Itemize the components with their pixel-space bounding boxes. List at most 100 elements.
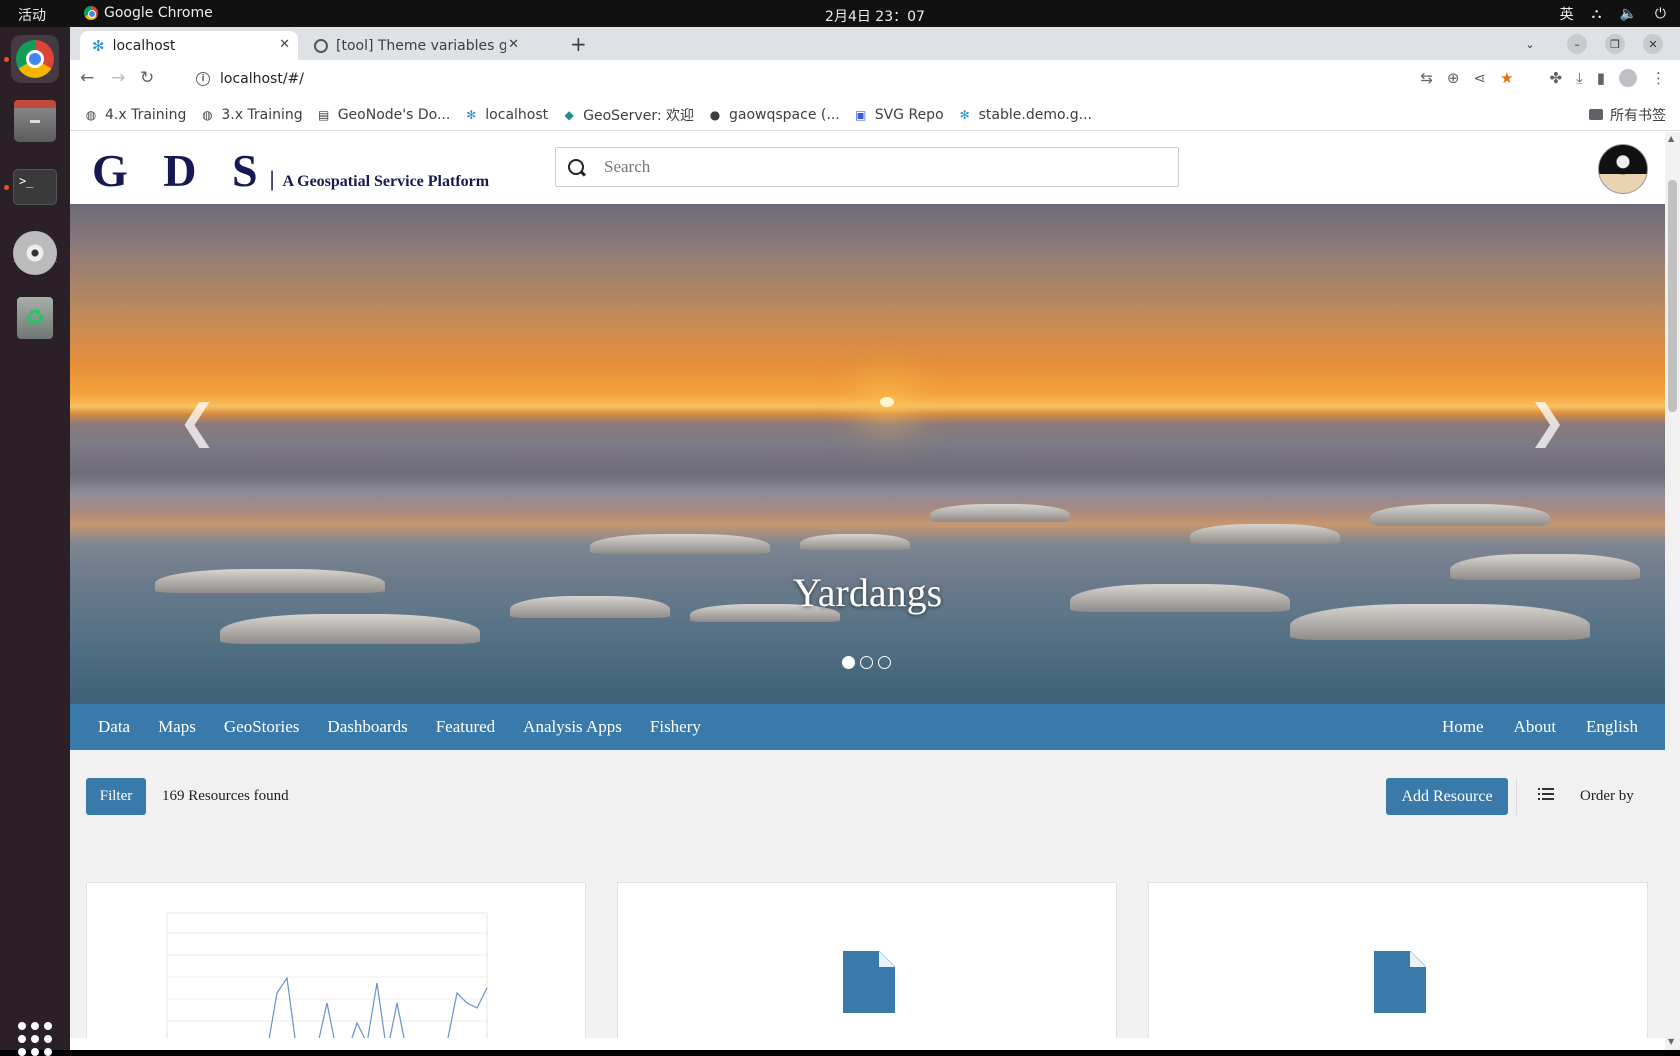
carousel-dot-1[interactable] [842,656,855,669]
dock-files[interactable] [11,99,59,147]
add-resource-button[interactable]: Add Resource [1386,778,1508,815]
bookmark-geonode-docs[interactable]: ▤ GeoNode's Do... [317,106,451,123]
share-icon[interactable]: ⋖ [1473,69,1486,87]
address-bar[interactable]: i localhost/#/ [182,64,1382,94]
scroll-up-arrow[interactable]: ▲ [1668,134,1674,143]
nav-featured[interactable]: Featured [436,717,495,737]
clock[interactable]: 2月4日 23：07 [0,6,1680,26]
bookmarks-bar: ◍ 4.x Training ◍ 3.x Training ▤ GeoNode'… [70,99,1680,131]
nav-home[interactable]: Home [1442,717,1484,737]
dock-terminal[interactable]: >_ [11,163,59,211]
user-avatar[interactable] [1598,144,1648,194]
reload-button[interactable]: ↻ [140,68,154,88]
maximize-button[interactable]: ❐ [1605,34,1625,54]
language-selector[interactable]: English [1586,717,1638,737]
close-icon[interactable]: ✕ [508,37,519,52]
bookmark-label: GeoServer: 欢迎 [583,107,694,124]
carousel-indicators [842,656,891,669]
translate-icon[interactable]: ⇆ [1420,69,1433,87]
browser-window: ✻ localhost ✕ [tool] Theme variables ge … [70,27,1680,1050]
bookmark-svg-repo[interactable]: ▣ SVG Repo [854,107,944,123]
nav-dashboards[interactable]: Dashboards [327,717,407,737]
network-icon[interactable]: ⛬ [1592,6,1602,22]
input-method-indicator[interactable]: 英 [1560,4,1574,24]
bookmark-label: stable.demo.g... [978,106,1092,123]
system-tray[interactable]: 英 ⛬ 🔈 ⏻ [1560,4,1666,24]
geonode-icon: ✻ [92,36,105,55]
side-panel-icon[interactable]: ▮ [1597,69,1605,87]
order-by-dropdown[interactable]: Order by [1580,788,1634,805]
resource-card[interactable] [617,882,1117,1050]
tab-theme-variables[interactable]: [tool] Theme variables ge ✕ [302,31,527,60]
resource-toolbar: Filter 169 Resources found Add Resource … [70,750,1665,840]
bookmark-4x-training[interactable]: ◍ 4.x Training [84,107,187,123]
filter-button[interactable]: Filter [86,778,146,815]
hero-sun [880,397,894,407]
minimize-button[interactable]: – [1567,34,1587,54]
nav-about[interactable]: About [1514,717,1557,737]
back-button[interactable]: ← [80,68,94,88]
github-icon: ● [709,107,721,122]
resource-card[interactable] [86,882,586,1050]
resource-card[interactable] [1148,882,1648,1050]
tab-localhost[interactable]: ✻ localhost ✕ [80,31,298,60]
nav-geostories[interactable]: GeoStories [224,717,300,737]
running-indicator [4,185,9,190]
toolbar-icons: ⇆ ⊕ ⋖ ★ ✤ ⤓ ▮ ⋮ [1420,69,1666,87]
search-icon[interactable] [568,159,584,175]
scrollbar-thumb[interactable] [1668,180,1677,412]
scroll-down-arrow[interactable]: ▼ [1668,1037,1674,1046]
nav-data[interactable]: Data [98,717,130,737]
close-icon[interactable]: ✕ [279,37,290,52]
bookmark-localhost[interactable]: ✻ localhost [464,107,548,123]
hero-landform [1370,504,1550,526]
dock-trash[interactable]: ♻ [11,294,59,342]
dock: >_ ♻ [0,27,70,1056]
info-icon[interactable]: i [196,72,210,86]
bookmark-geoserver[interactable]: ◆ GeoServer: 欢迎 [562,105,694,125]
running-indicator [4,57,9,62]
new-tab-button[interactable]: + [570,32,587,56]
hero-landform [220,614,480,644]
search-input[interactable] [604,157,1144,177]
dock-disc[interactable] [11,229,59,277]
bookmark-label: gaowqspace (... [729,106,840,123]
dock-chrome[interactable] [11,35,59,83]
bookmark-star-icon[interactable]: ★ [1500,69,1513,87]
carousel-next-button[interactable]: ❯ [1528,394,1567,448]
nav-analysis-apps[interactable]: Analysis Apps [523,717,622,737]
carousel-dot-3[interactable] [878,656,891,669]
menu-icon[interactable]: ⋮ [1651,69,1666,87]
list-view-icon[interactable] [1538,788,1554,802]
close-window-button[interactable]: ✕ [1643,34,1663,54]
extensions-icon[interactable]: ✤ [1550,69,1563,87]
all-bookmarks-label: 所有书签 [1610,107,1666,124]
url-text: localhost/#/ [220,71,305,87]
download-icon[interactable]: ⤓ [1576,69,1583,87]
carousel-dot-2[interactable] [860,656,873,669]
globe-icon: ◍ [202,107,213,122]
power-icon[interactable]: ⏻ [1655,6,1666,22]
resource-thumbnail [166,912,488,1050]
bookmark-label: GeoNode's Do... [337,106,451,123]
web-page: G D S | A Geospatial Service Platform Se… [70,132,1680,1050]
bookmark-github[interactable]: ● gaowqspace (... [708,107,840,123]
bookmark-stable-demo[interactable]: ✻ stable.demo.g... [958,107,1092,123]
site-logo[interactable]: G D S | A Geospatial Service Platform [92,144,489,197]
all-bookmarks[interactable]: 所有书签 [1589,105,1666,125]
tab-strip: ✻ localhost ✕ [tool] Theme variables ge … [70,27,1680,60]
nav-fishery[interactable]: Fishery [650,717,701,737]
browser-toolbar: ← → ↻ i localhost/#/ ⇆ ⊕ ⋖ ★ ✤ ⤓ ▮ ⋮ [70,60,1680,99]
search-bar[interactable] [555,147,1179,187]
bookmark-3x-training[interactable]: ◍ 3.x Training [200,107,303,123]
tab-search-icon[interactable]: ⌄ [1520,34,1540,54]
svgrepo-icon: ▣ [855,107,867,122]
forward-button[interactable]: → [111,68,125,88]
carousel-prev-button[interactable]: ❮ [178,394,217,448]
zoom-icon[interactable]: ⊕ [1447,69,1460,87]
volume-icon[interactable]: 🔈 [1619,6,1636,22]
page-scrollbar[interactable]: ▲ ▼ [1665,132,1680,1050]
show-apps-button[interactable] [18,1022,52,1056]
profile-icon[interactable] [1619,69,1637,87]
nav-maps[interactable]: Maps [158,717,196,737]
